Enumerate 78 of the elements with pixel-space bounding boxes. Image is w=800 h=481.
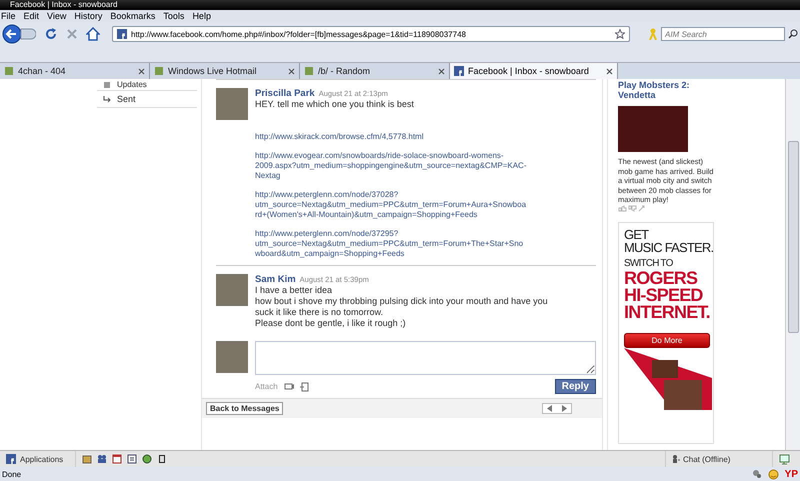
photo-placeholder [216, 341, 248, 373]
ad-banner[interactable]: GET MUSIC FASTER. SWITCH TO ROGERS HI-SPEED INTERNET. Do More [618, 222, 714, 444]
sidebar-item[interactable]: Sent [97, 91, 197, 108]
monitor-icon[interactable] [779, 454, 790, 464]
tab-label: Facebook | Inbox - snowboard [468, 66, 590, 76]
author-name[interactable]: Priscilla Park [255, 88, 315, 99]
menu-item[interactable]: View [47, 10, 66, 23]
person-icon [648, 28, 658, 40]
message-link[interactable]: http://www.peterglenn.com/node/37028?utm_source=Nextag&utm_medium=PPC&utm_term=Forum+Aura+Snowboard+(Women's+All-Mountain)&utm_campaign=Shopping+Feeds [255, 190, 527, 220]
attach-label: Attach [255, 382, 278, 391]
banner-text: SWITCH TO [624, 256, 674, 270]
calendar-icon[interactable] [112, 454, 122, 464]
notes-icon[interactable] [127, 454, 138, 464]
photo-placeholder [618, 106, 688, 152]
person-icon [672, 455, 680, 463]
url-text: http://www.facebook.com/home.php#/inbox/?folder=[fb]messages&page=1&tid=118908037748 [131, 30, 467, 38]
menu-item[interactable]: Edit [24, 10, 40, 23]
banner-text: MUSIC FASTER. [624, 240, 713, 254]
home-icon[interactable] [86, 27, 100, 41]
sidebar-label: Sent [117, 94, 136, 104]
browser-tab[interactable]: /b/ - Random [300, 63, 450, 79]
star-icon[interactable] [615, 29, 625, 39]
status-label: YP [784, 468, 799, 480]
chat-label: Chat (Offline) [683, 454, 730, 464]
message-link[interactable]: http://www.peterglenn.com/node/37295?utm_source=Nextag&utm_medium=PPC&utm_term=Forum+The+Star+Snowboard&utm_campaign=Shopping+Feeds [255, 229, 527, 259]
sidebar-label: Updates [117, 80, 147, 89]
browser-tab[interactable]: Windows Live Hotmail [150, 63, 300, 79]
applications-label: Applications [20, 454, 64, 464]
tab-label: Windows Live Hotmail [168, 66, 258, 76]
close-icon[interactable] [438, 68, 445, 74]
back-button[interactable]: Back to Messages [206, 402, 284, 415]
menu-item[interactable]: Tools [163, 10, 184, 23]
browser-tab[interactable]: 4chan - 404 [0, 63, 150, 79]
photo-placeholder [216, 88, 248, 120]
banner-text: INTERNET. [624, 304, 711, 320]
message-link[interactable]: http://www.evogear.com/snowboards/ride-solace-snowboard-womens-2009.aspx?utm_medium=shoppingengine&utm_source=nextag&CMP=KAC-Nextag [255, 151, 527, 181]
search-icon[interactable] [788, 29, 798, 39]
ad-title[interactable]: Play Mobsters 2: Vendetta [618, 80, 728, 100]
facebook-icon [6, 454, 16, 464]
reply-arrow-icon [103, 95, 111, 103]
message-text: how bout i shove my throbbing pulsing dick into your mouth and have you suck it like there is no tomorrow. [255, 296, 549, 318]
site-icon [117, 29, 127, 39]
reload-icon[interactable] [44, 27, 58, 41]
author-name[interactable]: Sam Kim [255, 274, 296, 285]
menu-item[interactable]: Help [192, 10, 211, 23]
camera-icon[interactable] [284, 382, 294, 391]
reply-button[interactable]: Reply [554, 379, 596, 394]
menu-item[interactable]: File [1, 10, 16, 23]
scrollbar[interactable] [785, 79, 800, 450]
tab-label: /b/ - Random [318, 66, 372, 76]
close-icon[interactable] [138, 68, 145, 74]
document-icon[interactable] [300, 382, 309, 392]
photo-placeholder [216, 274, 248, 306]
message-link[interactable]: http://www.skirack.com/browse.cfm/4,5778.html [255, 132, 527, 142]
do-more-button[interactable]: Do More [624, 332, 710, 348]
menu-item[interactable]: History [74, 10, 102, 23]
status-text: Done [2, 470, 22, 478]
message-text: HEY. tell me which one you think is best [255, 99, 415, 110]
banner-text: HI-SPEED [624, 286, 704, 304]
tab-label: 4chan - 404 [18, 66, 67, 76]
sidebar-item[interactable]: Updates [97, 79, 197, 91]
globe-icon[interactable] [142, 454, 152, 464]
banner-text: GET [624, 228, 650, 240]
browser-tab[interactable]: Facebook | Inbox - snowboard [450, 63, 618, 79]
people-icon[interactable] [97, 454, 108, 464]
smiley-icon [768, 468, 779, 480]
close-icon[interactable] [288, 68, 295, 74]
message-text: Please dont be gentle, i like it rough ;) [255, 318, 407, 329]
close-icon[interactable] [606, 68, 613, 74]
facebook-icon [454, 66, 464, 76]
banner-text: ROGERS [624, 270, 698, 286]
reply-field[interactable] [255, 341, 596, 375]
menu-item[interactable]: Bookmarks [110, 10, 156, 23]
message-text: I have a better idea [255, 285, 334, 296]
window-title: Facebook | Inbox - snowboard [0, 0, 800, 10]
address-bar[interactable]: http://www.facebook.com/home.php#/inbox/?folder=[fb]messages&page=1&tid=118908037748 [112, 26, 630, 42]
pager[interactable] [542, 403, 572, 414]
back-icon[interactable] [2, 24, 36, 44]
